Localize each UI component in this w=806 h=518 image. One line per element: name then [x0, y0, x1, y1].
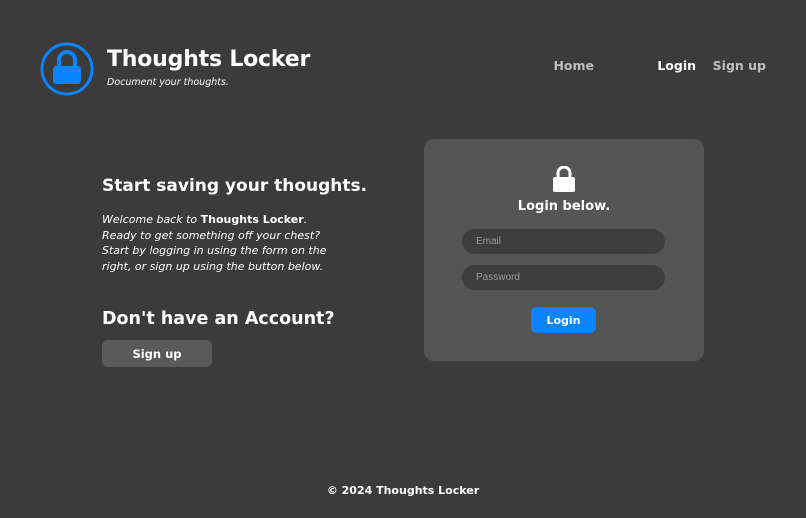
footer-copyright: © 2024 Thoughts Locker — [326, 484, 480, 497]
intro-text-prefix: Welcome back to — [102, 213, 201, 226]
lock-icon — [553, 166, 575, 192]
no-account-heading: Don't have an Account? — [102, 309, 335, 329]
login-button[interactable]: Login — [531, 307, 596, 333]
intro-text-brand: Thoughts Locker — [200, 213, 304, 226]
password-input[interactable] — [462, 265, 665, 290]
page: Thoughts Locker Document your thoughts. … — [0, 0, 806, 518]
nav-signup-link[interactable]: Sign up — [713, 58, 766, 73]
intro-text: Welcome back to Thoughts Locker. Ready t… — [102, 212, 342, 274]
nav-login-link[interactable]: Login — [657, 58, 696, 73]
nav-home-link[interactable]: Home — [553, 58, 594, 73]
signup-button[interactable]: Sign up — [102, 340, 212, 367]
intro-heading: Start saving your thoughts. — [102, 176, 368, 196]
email-input[interactable] — [462, 229, 665, 254]
logo-lock-icon[interactable] — [40, 42, 94, 96]
login-card: Login below. Login — [424, 139, 704, 361]
brand-title[interactable]: Thoughts Locker — [107, 47, 310, 72]
brand-tagline: Document your thoughts. — [107, 77, 229, 88]
login-card-title: Login below. — [517, 199, 611, 214]
